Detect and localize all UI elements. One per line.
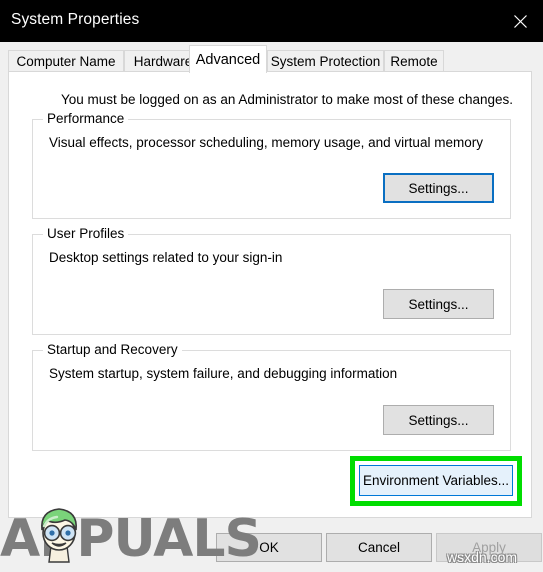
apply-button: Apply xyxy=(436,533,542,562)
user-profiles-group-legend: User Profiles xyxy=(43,226,129,241)
user-profiles-group: User Profiles Desktop settings related t… xyxy=(32,226,511,335)
button-label: Environment Variables... xyxy=(362,473,510,488)
ok-button[interactable]: OK xyxy=(216,533,322,562)
button-label: Settings... xyxy=(408,412,469,428)
button-label: Settings... xyxy=(408,180,469,196)
tab-label: Hardware xyxy=(133,54,193,69)
button-label: Apply xyxy=(472,540,506,555)
tab-label: System Protection xyxy=(270,54,381,69)
tab-strip: Computer Name Hardware Advanced System P… xyxy=(0,42,543,73)
tab-label: Remote xyxy=(390,54,438,69)
performance-group: Performance Visual effects, processor sc… xyxy=(32,111,511,219)
system-properties-window: System Properties Computer Name Hardware… xyxy=(0,0,543,572)
startup-recovery-group: Startup and Recovery System startup, sys… xyxy=(32,342,511,451)
tab-system-protection[interactable]: System Protection xyxy=(267,50,384,72)
startup-recovery-group-description: System startup, system failure, and debu… xyxy=(49,366,398,381)
close-icon[interactable] xyxy=(497,0,543,42)
tab-label: Computer Name xyxy=(16,54,116,69)
tab-remote[interactable]: Remote xyxy=(384,50,444,72)
tab-advanced[interactable]: Advanced xyxy=(189,45,267,73)
performance-settings-button[interactable]: Settings... xyxy=(383,173,494,203)
performance-group-legend: Performance xyxy=(43,111,129,126)
window-title: System Properties xyxy=(11,11,140,28)
button-label: OK xyxy=(259,540,279,555)
startup-recovery-group-legend: Startup and Recovery xyxy=(43,342,182,357)
admin-note-text: You must be logged on as an Administrato… xyxy=(61,92,514,107)
user-profiles-group-description: Desktop settings related to your sign-in xyxy=(49,250,283,265)
cancel-button[interactable]: Cancel xyxy=(326,533,432,562)
startup-recovery-settings-button[interactable]: Settings... xyxy=(383,405,494,435)
performance-group-description: Visual effects, processor scheduling, me… xyxy=(49,135,483,150)
environment-variables-button[interactable]: Environment Variables... xyxy=(359,465,513,496)
tab-computer-name[interactable]: Computer Name xyxy=(8,50,124,72)
tab-label: Advanced xyxy=(195,51,261,68)
button-label: Settings... xyxy=(408,296,469,312)
button-label: Cancel xyxy=(357,540,401,555)
user-profiles-settings-button[interactable]: Settings... xyxy=(383,289,494,319)
window-titlebar: System Properties xyxy=(0,0,543,42)
advanced-tab-panel: You must be logged on as an Administrato… xyxy=(8,71,532,518)
